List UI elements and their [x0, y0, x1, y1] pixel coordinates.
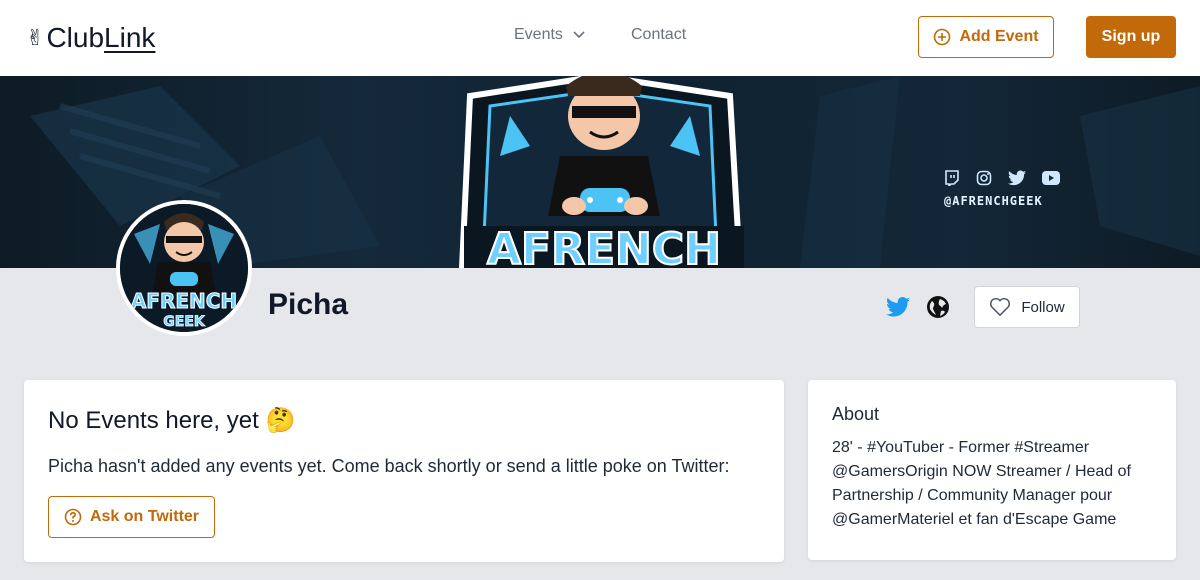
- banner-social-icons: [944, 170, 1060, 186]
- signup-button[interactable]: Sign up: [1086, 16, 1176, 58]
- nav-events-dropdown[interactable]: Events: [514, 26, 585, 44]
- add-event-button[interactable]: Add Event: [918, 16, 1054, 58]
- twitter-icon: [1008, 170, 1026, 186]
- events-title: No Events here, yet 🤔: [48, 407, 296, 434]
- events-card: No Events here, yet 🤔 Picha hasn't added…: [24, 380, 784, 562]
- globe-icon[interactable]: [926, 295, 950, 319]
- about-card: About 28' - #YouTuber - Former #Streamer…: [808, 380, 1176, 560]
- plus-circle-icon: [934, 28, 951, 46]
- follow-button[interactable]: Follow: [974, 286, 1080, 328]
- question-circle-icon: [64, 508, 82, 526]
- avatar-mascot-image: AFRENCH GEEK: [120, 204, 248, 332]
- ask-on-twitter-button[interactable]: Ask on Twitter: [48, 496, 215, 538]
- svg-text:AFRENCH: AFRENCH: [131, 289, 237, 313]
- top-header: ✌ Club Link Events Contact Add Event Sign…: [0, 0, 1200, 76]
- about-title: About: [832, 404, 880, 424]
- nav-events-label: Events: [514, 26, 563, 43]
- profile-name: Picha: [268, 288, 349, 321]
- follow-label: Follow: [1021, 298, 1065, 316]
- logo-club-text: Club: [46, 22, 105, 53]
- chevron-down-icon: [573, 31, 585, 39]
- add-event-label: Add Event: [959, 28, 1039, 45]
- instagram-icon: [976, 170, 992, 186]
- twitter-icon[interactable]: [886, 296, 910, 318]
- svg-text:GEEK: GEEK: [163, 314, 206, 330]
- logo-hand-icon: ✌: [26, 25, 45, 50]
- nav-contact-link[interactable]: Contact: [631, 26, 686, 44]
- banner-handle-text: @AFRENCHGEEK: [944, 194, 1043, 208]
- clublink-logo[interactable]: ✌ Club Link: [26, 20, 155, 56]
- about-text: 28' - #YouTuber - Former #Streamer @Game…: [832, 439, 1131, 528]
- logo-link-text: Link: [104, 22, 156, 53]
- heart-icon: [990, 297, 1011, 317]
- avatar: AFRENCH GEEK: [116, 200, 252, 336]
- twitch-icon: [945, 170, 959, 186]
- events-empty-text: Picha hasn't added any events yet. Come …: [48, 456, 730, 476]
- ask-on-twitter-label: Ask on Twitter: [89, 508, 200, 525]
- svg-text:AFRENCH: AFRENCH: [487, 224, 721, 268]
- youtube-icon: [1042, 171, 1060, 185]
